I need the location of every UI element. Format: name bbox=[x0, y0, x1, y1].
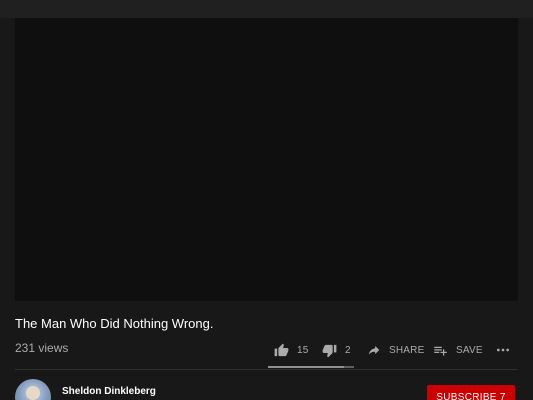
save-button[interactable]: SAVE bbox=[433, 340, 483, 360]
divider bbox=[15, 369, 518, 370]
channel-avatar[interactable] bbox=[15, 379, 51, 400]
view-count: 231 views bbox=[15, 341, 69, 355]
avatar-figure-icon bbox=[26, 386, 40, 400]
dislike-button[interactable]: 2 bbox=[322, 340, 351, 360]
channel-name[interactable]: Sheldon Dinkleberg bbox=[62, 386, 156, 397]
playlist-add-icon bbox=[434, 346, 447, 355]
more-horizontal-icon bbox=[497, 348, 509, 352]
sentiment-bar-like-fill bbox=[268, 366, 344, 368]
more-actions-button[interactable] bbox=[495, 340, 511, 360]
thumb-up-icon bbox=[274, 343, 289, 356]
share-arrow-icon bbox=[368, 345, 380, 355]
like-button[interactable]: 15 bbox=[274, 340, 309, 360]
save-label: SAVE bbox=[456, 344, 483, 356]
thumb-down-icon bbox=[322, 344, 337, 357]
dislike-count: 2 bbox=[345, 344, 351, 356]
subscribe-label: SUBSCRIBE 7 bbox=[436, 392, 506, 400]
subscribe-button[interactable]: SUBSCRIBE 7 bbox=[427, 385, 515, 400]
video-player[interactable] bbox=[15, 18, 518, 301]
share-button[interactable]: SHARE bbox=[367, 340, 424, 360]
watch-page: The Man Who Did Nothing Wrong. 231 views… bbox=[0, 0, 533, 400]
sentiment-bar bbox=[268, 366, 354, 368]
share-label: SHARE bbox=[389, 344, 425, 356]
like-count: 15 bbox=[297, 344, 309, 356]
video-title: The Man Who Did Nothing Wrong. bbox=[15, 316, 214, 331]
top-bar bbox=[0, 0, 533, 18]
